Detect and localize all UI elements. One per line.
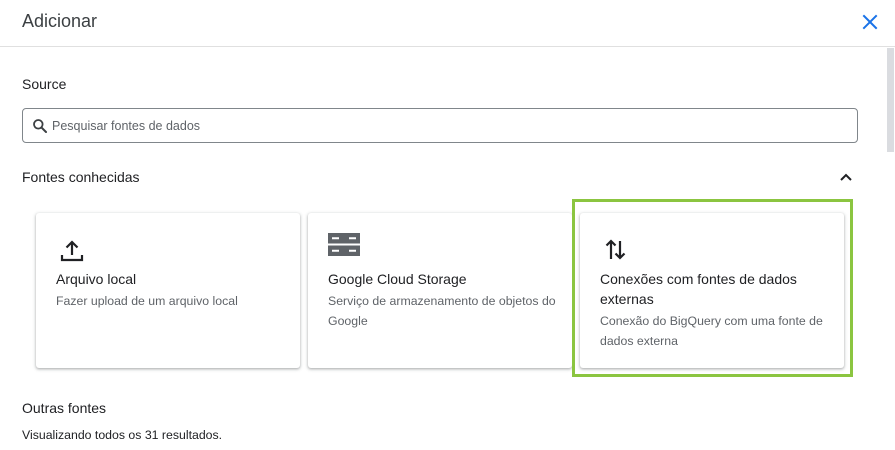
search-box[interactable] (22, 108, 858, 143)
search-input[interactable] (52, 110, 842, 141)
card-title: Google Cloud Storage (328, 271, 467, 287)
upload-icon (60, 240, 84, 262)
source-card-arquivo-local[interactable]: Arquivo local Fazer upload de um arquivo… (36, 213, 300, 368)
close-button[interactable] (856, 8, 884, 36)
known-sources-heading: Fontes conhecidas (22, 169, 140, 185)
scrollbar-thumb[interactable] (887, 48, 894, 152)
dialog-title: Adicionar (22, 11, 98, 31)
card-description: Serviço de armazenamento de objetos do G… (328, 294, 556, 328)
other-sources-heading: Outras fontes (22, 400, 107, 416)
card-title: Arquivo local (56, 271, 137, 287)
source-card-google-cloud-storage[interactable]: Google Cloud Storage Serviço de armazena… (308, 213, 572, 368)
results-count-text: Visualizando todos os 31 resultados. (22, 428, 223, 442)
search-icon (33, 119, 47, 133)
swap-vertical-icon (605, 239, 626, 260)
chevron-up-icon (840, 173, 852, 181)
card-title: Conexões com fontes de dados externas (600, 271, 797, 307)
dialog-header: Adicionar (0, 0, 895, 47)
close-icon (862, 14, 878, 30)
card-description: Conexão do BigQuery com uma fonte de dad… (600, 314, 823, 348)
card-description: Fazer upload de um arquivo local (56, 294, 238, 308)
storage-icon (328, 233, 360, 256)
source-card-external-connections[interactable]: Conexões com fontes de dados externas Co… (580, 213, 844, 368)
source-label: Source (22, 76, 67, 92)
collapse-known-sources-button[interactable] (834, 165, 858, 189)
